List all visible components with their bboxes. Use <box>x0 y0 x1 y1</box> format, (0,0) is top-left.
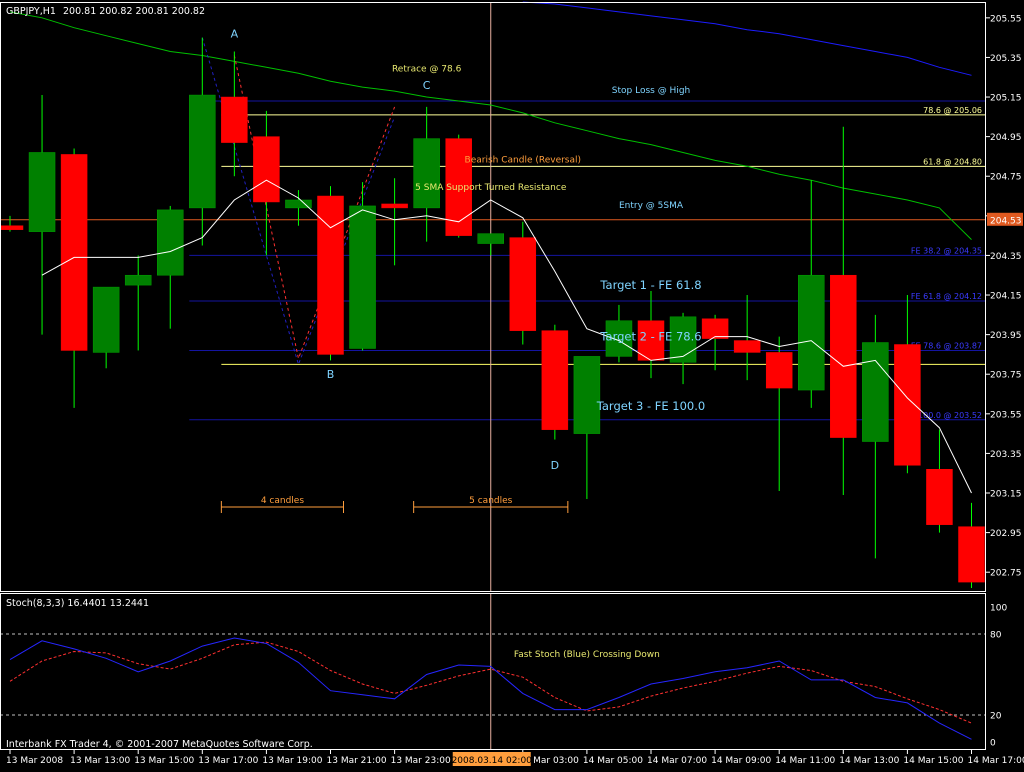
candle-body <box>574 356 600 433</box>
candle-body <box>0 226 23 230</box>
current-price-label: 204.53 <box>990 216 1022 226</box>
price-axis-label: 205.15 <box>990 94 1022 104</box>
price-axis-label: 204.75 <box>990 173 1022 183</box>
mt4-chart-window[interactable]: 78.6 @ 205.06 61.8 @ 204.80 FE 38.2 @ 204.… <box>0 0 1024 768</box>
chart-annotation: Target 2 - FE 78.6 <box>599 330 701 344</box>
candle <box>350 182 376 350</box>
chart-annotation: Entry @ 5SMA <box>619 201 684 211</box>
candle-body <box>542 331 568 430</box>
chart-canvas[interactable]: 78.6 @ 205.06 61.8 @ 204.80 FE 38.2 @ 204.… <box>0 0 1024 768</box>
price-axis-label: 202.75 <box>990 569 1022 579</box>
time-axis-label: 14 Mar 15:00 <box>903 756 963 766</box>
fib-level-label: 61.8 @ 204.80 <box>923 157 982 166</box>
candle-body <box>478 234 504 244</box>
price-axis-label: 204.15 <box>990 292 1022 302</box>
time-axis-label: 13 Mar 23:00 <box>391 756 451 766</box>
chart-annotation: 5 SMA Support Turned Resistance <box>415 183 567 193</box>
candle-body <box>414 139 440 208</box>
chart-annotation: Stop Loss @ High <box>612 86 690 96</box>
candle-body <box>221 97 247 143</box>
candle-body <box>959 527 985 582</box>
candle <box>542 325 568 440</box>
chart-annotation: Bearish Candle (Reversal) <box>465 155 581 165</box>
price-axis-label: 203.15 <box>990 490 1022 500</box>
time-axis-label: 14 Mar 09:00 <box>711 756 771 766</box>
candle-body <box>29 152 55 231</box>
candle-body <box>382 204 408 208</box>
chart-annotation: C <box>423 79 431 92</box>
candle-body <box>125 275 151 285</box>
price-axis-label: 203.95 <box>990 331 1022 341</box>
time-axis-label: 14 Mar 13:00 <box>839 756 899 766</box>
fib-level-label: 78.6 @ 205.06 <box>923 106 982 115</box>
candle-body <box>157 210 183 275</box>
candle-body <box>702 319 728 339</box>
time-axis-label: 14 Mar 07:00 <box>647 756 707 766</box>
chart-annotation: A <box>231 28 239 41</box>
cursor-time-label: 2008.03.14 02:00 <box>452 756 533 766</box>
chart-annotation: Target 1 - FE 61.8 <box>599 278 701 292</box>
stoch-axis-label: 80 <box>990 631 1002 641</box>
candle-body <box>510 238 536 331</box>
candle <box>318 186 344 360</box>
time-axis-label: 13 Mar 13:00 <box>70 756 130 766</box>
candle-body <box>894 345 920 466</box>
time-axis-label: 13 Mar 15:00 <box>134 756 194 766</box>
time-axis-label: 13 Mar 21:00 <box>327 756 387 766</box>
candle-body <box>189 95 215 208</box>
candle-body <box>830 275 856 437</box>
price-axis-label: 203.75 <box>990 371 1022 381</box>
candle-body <box>350 206 376 349</box>
candle-body <box>798 275 824 390</box>
candle <box>510 222 536 345</box>
candle-span-label: 5 candles <box>469 496 513 506</box>
stoch-title: Stoch(8,3,3) 16.4401 13.2441 <box>6 598 149 609</box>
candle-span-label: 4 candles <box>261 496 305 506</box>
time-axis-label: 14 Mar 17:00 <box>968 756 1024 766</box>
chart-annotation: B <box>327 368 335 381</box>
fib-level-label: FE 38.2 @ 204.35 <box>911 246 982 255</box>
copyright-footer: Interbank FX Trader 4, © 2001-2007 MetaQ… <box>6 739 313 750</box>
time-axis-label: 14 Mar 05:00 <box>583 756 643 766</box>
candle-body <box>93 287 119 352</box>
price-axis-label: 203.35 <box>990 450 1022 460</box>
price-axis-label: 205.55 <box>990 14 1022 24</box>
chart-annotation: D <box>551 459 559 472</box>
symbol-header: GBPJPY,H1 <box>6 6 56 17</box>
time-axis-label: 13 Mar 2008 <box>6 756 63 766</box>
stoch-axis-label: 0 <box>990 739 996 749</box>
price-axis-label: 202.95 <box>990 529 1022 539</box>
time-axis-label: 14 Mar 11:00 <box>775 756 835 766</box>
fib-level-label: FE 78.6 @ 203.87 <box>911 341 982 350</box>
stoch-axis-label: 100 <box>990 604 1007 614</box>
candle-body <box>734 341 760 353</box>
time-axis-label: 13 Mar 17:00 <box>198 756 258 766</box>
candle-body <box>926 469 952 524</box>
candle-body <box>862 343 888 442</box>
ohlc-values: 200.81 200.82 200.81 200.82 <box>63 6 205 17</box>
price-axis-label: 203.55 <box>990 410 1022 420</box>
candle-body <box>766 352 792 388</box>
candle-body <box>253 137 279 202</box>
chart-annotation: Target 3 - FE 100.0 <box>596 399 705 413</box>
stoch-axis-label: 20 <box>990 712 1002 722</box>
price-axis-label: 204.35 <box>990 252 1022 262</box>
stoch-annotation: Fast Stoch (Blue) Crossing Down <box>514 650 660 660</box>
time-axis-label: 13 Mar 19:00 <box>262 756 322 766</box>
price-axis-label: 204.95 <box>990 133 1022 143</box>
fib-level-label: FE 61.8 @ 204.12 <box>911 292 982 301</box>
price-axis-label: 205.35 <box>990 54 1022 64</box>
chart-annotation: Retrace @ 78.6 <box>392 64 462 74</box>
candle-body <box>61 154 87 350</box>
